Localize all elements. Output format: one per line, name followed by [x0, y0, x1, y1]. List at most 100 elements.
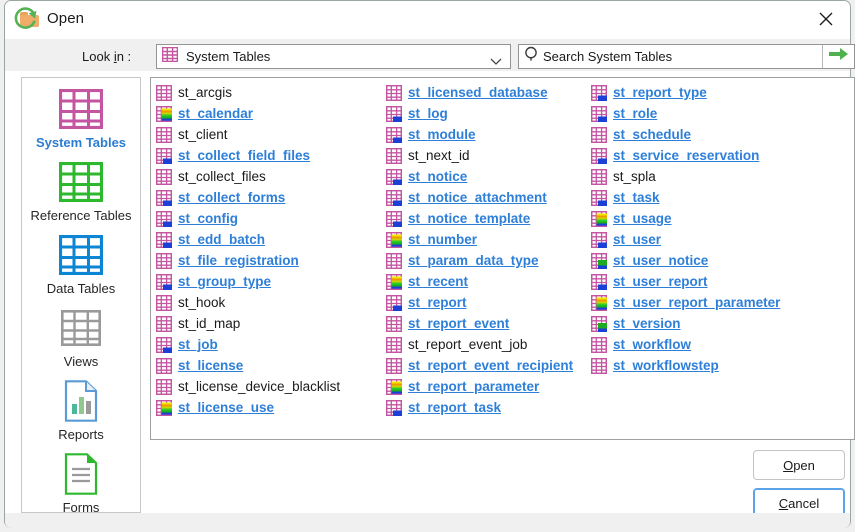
file-list-item-label: st_file_registration: [178, 253, 299, 268]
table-icon-blue: [155, 273, 173, 290]
file-list-item[interactable]: st_notice_attachment: [385, 187, 573, 208]
sidebar-item-data-tables[interactable]: Data Tables: [22, 230, 140, 296]
file-list-item[interactable]: st_param_data_type: [385, 250, 573, 271]
file-list-item[interactable]: st_user_report_parameter: [590, 292, 780, 313]
file-list-panel[interactable]: st_arcgis st_calendar st_client st_collect_…: [150, 77, 855, 440]
file-list-item[interactable]: st_calendar: [155, 103, 340, 124]
file-list-item-label: st_report: [408, 295, 467, 310]
file-list-item[interactable]: st_user_report: [590, 271, 780, 292]
table-icon-blue: [385, 399, 403, 416]
file-list-item[interactable]: st_licensed_database: [385, 82, 573, 103]
file-list-item[interactable]: st_edd_batch: [155, 229, 340, 250]
file-list-item[interactable]: st_task: [590, 187, 780, 208]
file-list-column: st_licensed_database st_log st_module st_ne…: [385, 82, 573, 418]
sidebar-item-system-tables[interactable]: System Tables: [22, 84, 140, 150]
file-list-item-label: st_spla: [613, 169, 656, 184]
close-icon[interactable]: [803, 1, 850, 38]
file-list-item[interactable]: st_schedule: [590, 124, 780, 145]
file-list-item[interactable]: st_collect_field_files: [155, 145, 340, 166]
file-list-item[interactable]: st_notice: [385, 166, 573, 187]
table-icon-none: [590, 126, 608, 143]
table-icon-blue: [22, 230, 140, 280]
table-icon-blue: [590, 147, 608, 164]
file-list-item[interactable]: st_module: [385, 124, 573, 145]
file-list-item[interactable]: st_version: [590, 313, 780, 334]
report-icon: [22, 376, 140, 426]
file-list-item[interactable]: st_arcgis: [155, 82, 340, 103]
file-list-item-label: st_collect_forms: [178, 190, 286, 205]
table-icon-blue: [590, 273, 608, 290]
file-list-item[interactable]: st_recent: [385, 271, 573, 292]
file-list-item[interactable]: st_license: [155, 355, 340, 376]
table-icon-gray: [22, 303, 140, 353]
file-list-item[interactable]: st_workflow: [590, 334, 780, 355]
chevron-down-icon[interactable]: [490, 53, 502, 71]
file-list-item[interactable]: st_usage: [590, 208, 780, 229]
file-list-item-label: st_id_map: [178, 316, 241, 331]
file-list-item-label: st_config: [178, 211, 239, 226]
file-list-item[interactable]: st_id_map: [155, 313, 340, 334]
table-icon-blue: [385, 210, 403, 227]
search-submit-button[interactable]: [822, 45, 854, 68]
file-list-item[interactable]: st_client: [155, 124, 340, 145]
table-icon-none: [590, 168, 608, 185]
file-list-item-label: st_role: [613, 106, 658, 121]
file-list-item[interactable]: st_spla: [590, 166, 780, 187]
table-icon-none: [155, 126, 173, 143]
table-icon-rainbow: [385, 231, 403, 248]
table-icon-blue: [155, 210, 173, 227]
file-list-item[interactable]: st_collect_forms: [155, 187, 340, 208]
table-icon-none: [155, 294, 173, 311]
file-list-item[interactable]: st_report_parameter: [385, 376, 573, 397]
file-list-item[interactable]: st_report_event_job: [385, 334, 573, 355]
refresh-icon[interactable]: [11, 4, 41, 32]
sidebar-item-reports[interactable]: Reports: [22, 376, 140, 442]
search-box[interactable]: Search System Tables: [518, 44, 855, 69]
file-list-item[interactable]: st_license_use: [155, 397, 340, 418]
file-list-item-label: st_license_device_blacklist: [178, 379, 341, 394]
file-list-item[interactable]: st_report_task: [385, 397, 573, 418]
table-icon-none: [155, 168, 173, 185]
sidebar-item-reference-tables[interactable]: Reference Tables: [22, 157, 140, 223]
file-list-item-label: st_report_parameter: [408, 379, 540, 394]
table-icon-blue: [590, 231, 608, 248]
file-list-item[interactable]: st_log: [385, 103, 573, 124]
file-list-item[interactable]: st_next_id: [385, 145, 573, 166]
file-list-item[interactable]: st_report: [385, 292, 573, 313]
table-icon-blue: [155, 189, 173, 206]
sidebar-item-views[interactable]: Views: [22, 303, 140, 369]
search-input[interactable]: Search System Tables: [543, 49, 672, 64]
sidebar-item-forms[interactable]: Forms: [22, 449, 140, 515]
file-list-item[interactable]: st_group_type: [155, 271, 340, 292]
file-list-item[interactable]: st_file_registration: [155, 250, 340, 271]
file-list-item[interactable]: st_workflowstep: [590, 355, 780, 376]
sidebar-item-label: Reference Tables: [30, 208, 132, 223]
file-list-item-label: st_group_type: [178, 274, 272, 289]
file-list-item[interactable]: st_job: [155, 334, 340, 355]
table-icon-none: [155, 357, 173, 374]
file-list-item[interactable]: st_report_event: [385, 313, 573, 334]
table-icon-rainbow: [385, 273, 403, 290]
file-list-item[interactable]: st_user: [590, 229, 780, 250]
file-list-item[interactable]: st_service_reservation: [590, 145, 780, 166]
file-list-item[interactable]: st_config: [155, 208, 340, 229]
file-list-item[interactable]: st_user_notice: [590, 250, 780, 271]
file-list-item-label: st_param_data_type: [408, 253, 539, 268]
file-list-item[interactable]: st_notice_template: [385, 208, 573, 229]
file-list-item[interactable]: st_number: [385, 229, 573, 250]
table-icon-none: [385, 252, 403, 269]
file-list-item[interactable]: st_collect_files: [155, 166, 340, 187]
file-list-item[interactable]: st_report_event_recipient: [385, 355, 573, 376]
file-list-item-label: st_notice: [408, 169, 468, 184]
file-list-column: st_arcgis st_calendar st_client st_collect_…: [155, 82, 341, 418]
file-list-item[interactable]: st_license_device_blacklist: [155, 376, 341, 397]
location-value: System Tables: [186, 49, 271, 64]
file-list-item[interactable]: st_role: [590, 103, 780, 124]
table-icon-rainbow: [155, 399, 173, 416]
open-button[interactable]: Open: [753, 450, 845, 480]
file-list-item-label: st_report_event: [408, 316, 510, 331]
file-list-item-label: st_workflowstep: [613, 358, 719, 373]
file-list-item[interactable]: st_hook: [155, 292, 340, 313]
location-combobox[interactable]: System Tables: [156, 44, 511, 69]
file-list-item[interactable]: st_report_type: [590, 82, 780, 103]
